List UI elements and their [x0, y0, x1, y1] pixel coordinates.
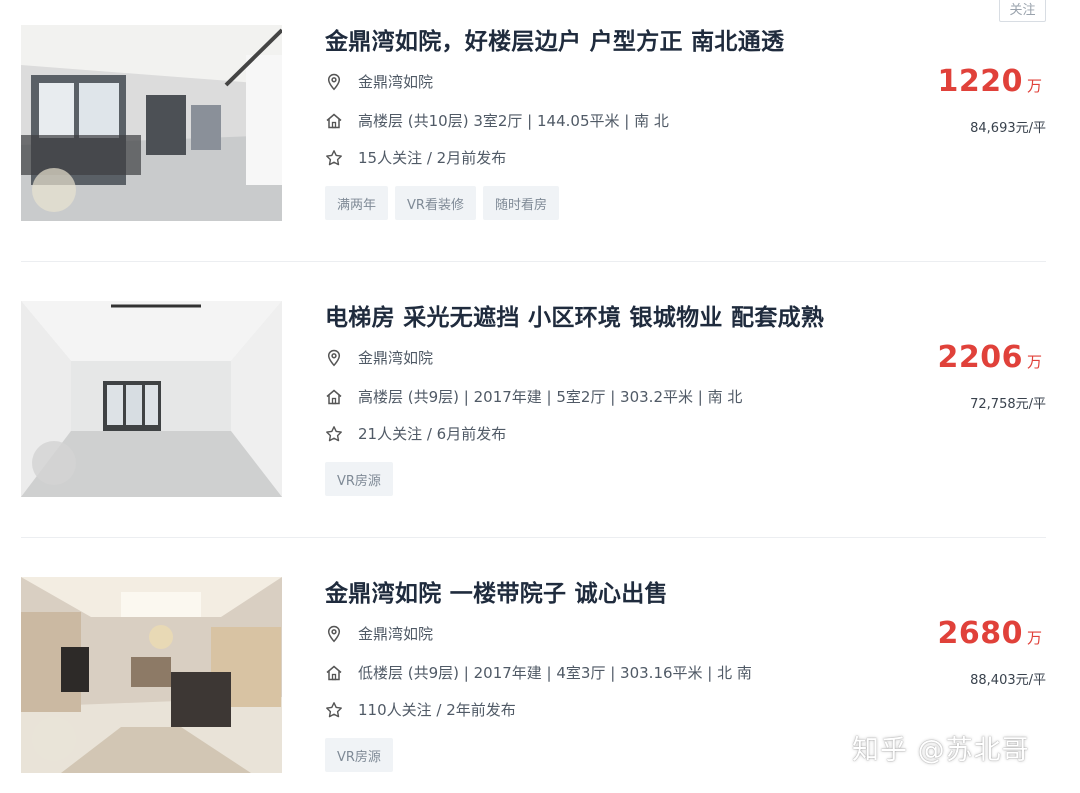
follow-info-row: 110人关注 / 2年前发布	[325, 699, 516, 720]
house-info-row: 高楼层 (共10层) 3室2厅 | 144.05平米 | 南 北	[325, 110, 669, 131]
listing-photo[interactable]	[21, 301, 282, 497]
unit-price: 88,403元/平	[970, 673, 1046, 688]
community-row[interactable]: 金鼎湾如院	[325, 623, 433, 644]
watermark: 知乎 @苏北哥	[852, 735, 1030, 766]
house-icon	[326, 113, 342, 128]
star-icon	[326, 701, 342, 717]
follow-info-text: 21人关注 / 6月前发布	[358, 425, 507, 443]
star-icon	[326, 149, 342, 165]
house-info-text: 低楼层 (共9层) | 2017年建 | 4室3厅 | 303.16平米 | 北…	[358, 664, 752, 682]
total-price-value: 2206	[937, 340, 1023, 375]
total-price: 1220 万	[937, 64, 1042, 99]
house-info-text: 高楼层 (共9层) | 2017年建 | 5室2厅 | 303.2平米 | 南 …	[358, 388, 743, 406]
listing-card[interactable]: 金鼎湾如院，好楼层边户 户型方正 南北通透 金鼎湾如院 高楼层 (共10层) 3…	[0, 0, 1080, 276]
follow-info-text: 110人关注 / 2年前发布	[358, 701, 516, 719]
listing-title[interactable]: 电梯房 采光无遮挡 小区环境 银城物业 配套成熟	[325, 298, 824, 332]
price-unit: 万	[1026, 353, 1042, 371]
community-name[interactable]: 金鼎湾如院	[358, 71, 433, 92]
community-row[interactable]: 金鼎湾如院	[325, 347, 433, 368]
divider	[21, 261, 1046, 262]
total-price-value: 2680	[937, 616, 1023, 651]
unit-price: 72,758元/平	[970, 397, 1046, 412]
tag-list: VR房源	[325, 738, 393, 772]
unit-price: 84,693元/平	[970, 121, 1046, 136]
house-info-text: 高楼层 (共10层) 3室2厅 | 144.05平米 | 南 北	[358, 112, 669, 130]
tag: VR看装修	[395, 186, 476, 220]
tag-list: 满两年 VR看装修 随时看房	[325, 186, 559, 220]
total-price-value: 1220	[937, 64, 1023, 99]
tag: 随时看房	[482, 186, 559, 220]
listing-photo[interactable]	[21, 577, 282, 773]
tag-list: VR房源	[325, 462, 393, 496]
tag: 满两年	[325, 186, 389, 220]
location-pin-icon	[327, 349, 341, 366]
listing-card[interactable]: 电梯房 采光无遮挡 小区环境 银城物业 配套成熟 金鼎湾如院 高楼层 (共9层)…	[0, 276, 1080, 552]
total-price: 2206 万	[937, 340, 1042, 375]
community-row[interactable]: 金鼎湾如院	[325, 71, 433, 92]
location-pin-icon	[327, 73, 341, 90]
house-info-row: 低楼层 (共9层) | 2017年建 | 4室3厅 | 303.16平米 | 北…	[325, 662, 752, 683]
location-pin-icon	[327, 625, 341, 642]
listing-title[interactable]: 金鼎湾如院 一楼带院子 诚心出售	[325, 574, 668, 608]
house-info-row: 高楼层 (共9层) | 2017年建 | 5室2厅 | 303.2平米 | 南 …	[325, 386, 742, 407]
price-unit: 万	[1026, 77, 1042, 95]
listing-photo[interactable]	[21, 25, 282, 221]
house-icon	[326, 665, 342, 680]
follow-info-text: 15人关注 / 2月前发布	[358, 149, 507, 167]
community-name[interactable]: 金鼎湾如院	[358, 623, 433, 644]
divider	[21, 537, 1046, 538]
listing-title[interactable]: 金鼎湾如院，好楼层边户 户型方正 南北通透	[325, 22, 784, 56]
total-price: 2680 万	[937, 616, 1042, 651]
follow-info-row: 21人关注 / 6月前发布	[325, 423, 506, 444]
tag: VR房源	[325, 738, 393, 772]
house-icon	[326, 389, 342, 404]
tag: VR房源	[325, 462, 393, 496]
star-icon	[326, 425, 342, 441]
community-name[interactable]: 金鼎湾如院	[358, 347, 433, 368]
price-unit: 万	[1026, 629, 1042, 647]
follow-info-row: 15人关注 / 2月前发布	[325, 147, 506, 168]
